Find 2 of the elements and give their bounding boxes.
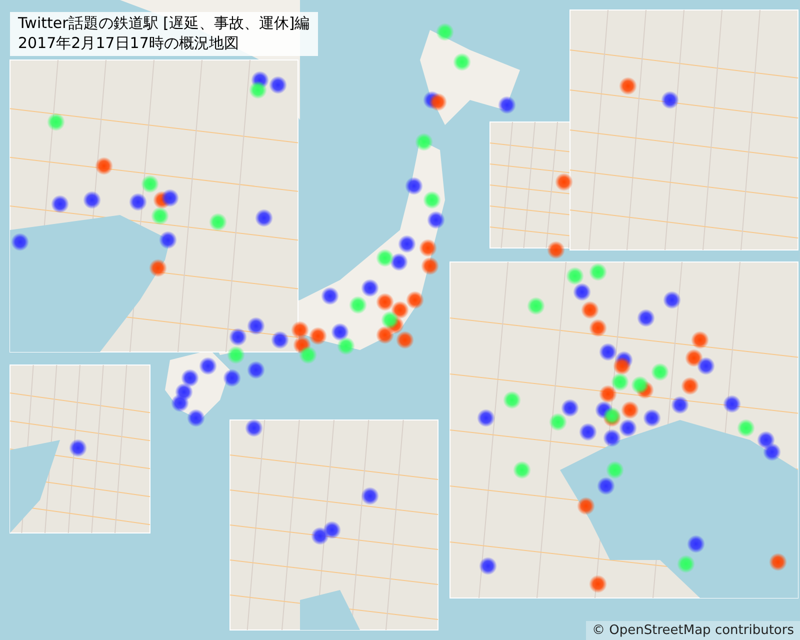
- map-attribution: © OpenStreetMap contributors: [586, 621, 800, 640]
- map-title: Twitter話題の鉄道駅 [遅延、事故、運休]編 2017年2月17日17時の概況地図: [10, 12, 318, 56]
